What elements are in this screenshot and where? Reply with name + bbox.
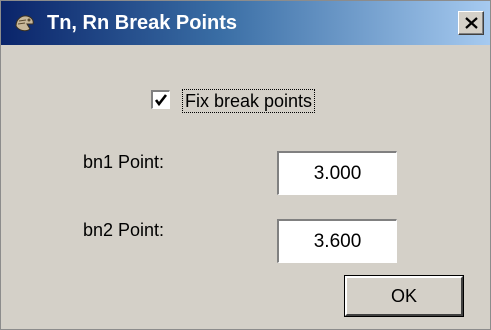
fix-break-points-checkbox[interactable] xyxy=(151,90,170,109)
bn1-point-label: bn1 Point: xyxy=(83,152,165,172)
title-bar[interactable]: Tn, Rn Break Points xyxy=(1,1,490,45)
bn2-point-input[interactable] xyxy=(277,219,397,263)
bn1-point-input[interactable] xyxy=(277,151,397,195)
ok-button[interactable]: OK xyxy=(345,276,463,316)
close-icon xyxy=(465,17,478,29)
window-title: Tn, Rn Break Points xyxy=(47,12,238,34)
checkmark-icon xyxy=(154,94,168,107)
app-icon xyxy=(13,12,37,34)
dialog-window: Tn, Rn Break Points Fix break points bn1… xyxy=(0,0,491,330)
close-button[interactable] xyxy=(458,11,484,35)
bn2-point-label: bn2 Point: xyxy=(83,220,165,240)
fix-break-points-label[interactable]: Fix break points xyxy=(182,89,316,113)
